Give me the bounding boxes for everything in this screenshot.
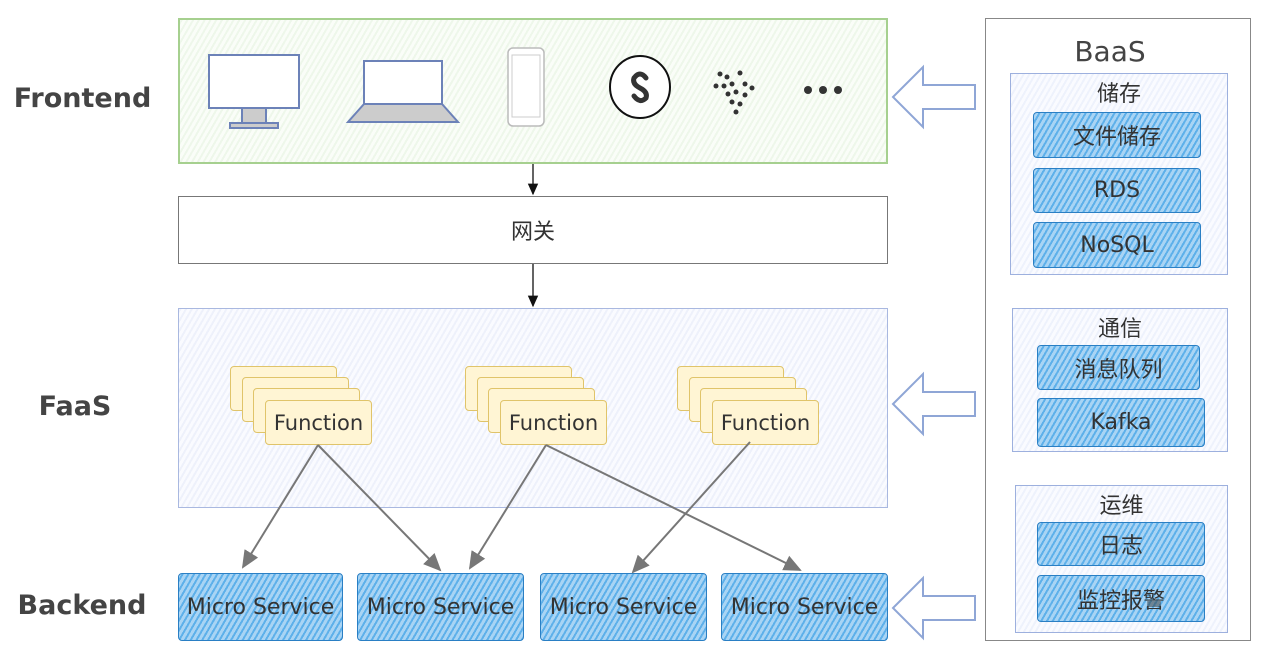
baas-to-backend-arrow-icon — [891, 575, 976, 641]
arrow-function-to-service — [545, 444, 802, 571]
baas-to-faas-arrow-icon — [891, 371, 976, 437]
serverless-architecture-diagram: Frontend FaaS Backend 网关 Function Functi… — [0, 0, 1265, 661]
connectors — [241, 64, 976, 641]
baas-to-frontend-arrow-icon — [891, 64, 976, 130]
arrow-function-to-service — [468, 444, 547, 570]
arrow-function-to-service — [317, 444, 442, 572]
arrow-function-to-service — [631, 441, 751, 574]
arrow-function-to-service — [241, 444, 319, 569]
